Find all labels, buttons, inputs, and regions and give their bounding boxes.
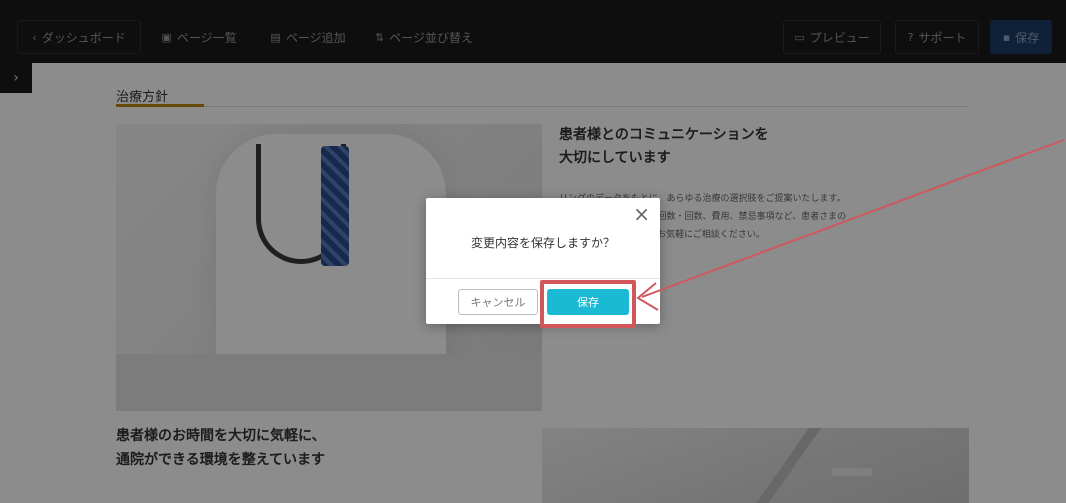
close-icon[interactable]: × [633,204,650,224]
cancel-button[interactable]: キャンセル [458,289,538,315]
dialog-message: 変更内容を保存しますか？ [470,236,615,250]
dialog-divider [426,278,660,279]
save-highlight-box [540,280,636,328]
